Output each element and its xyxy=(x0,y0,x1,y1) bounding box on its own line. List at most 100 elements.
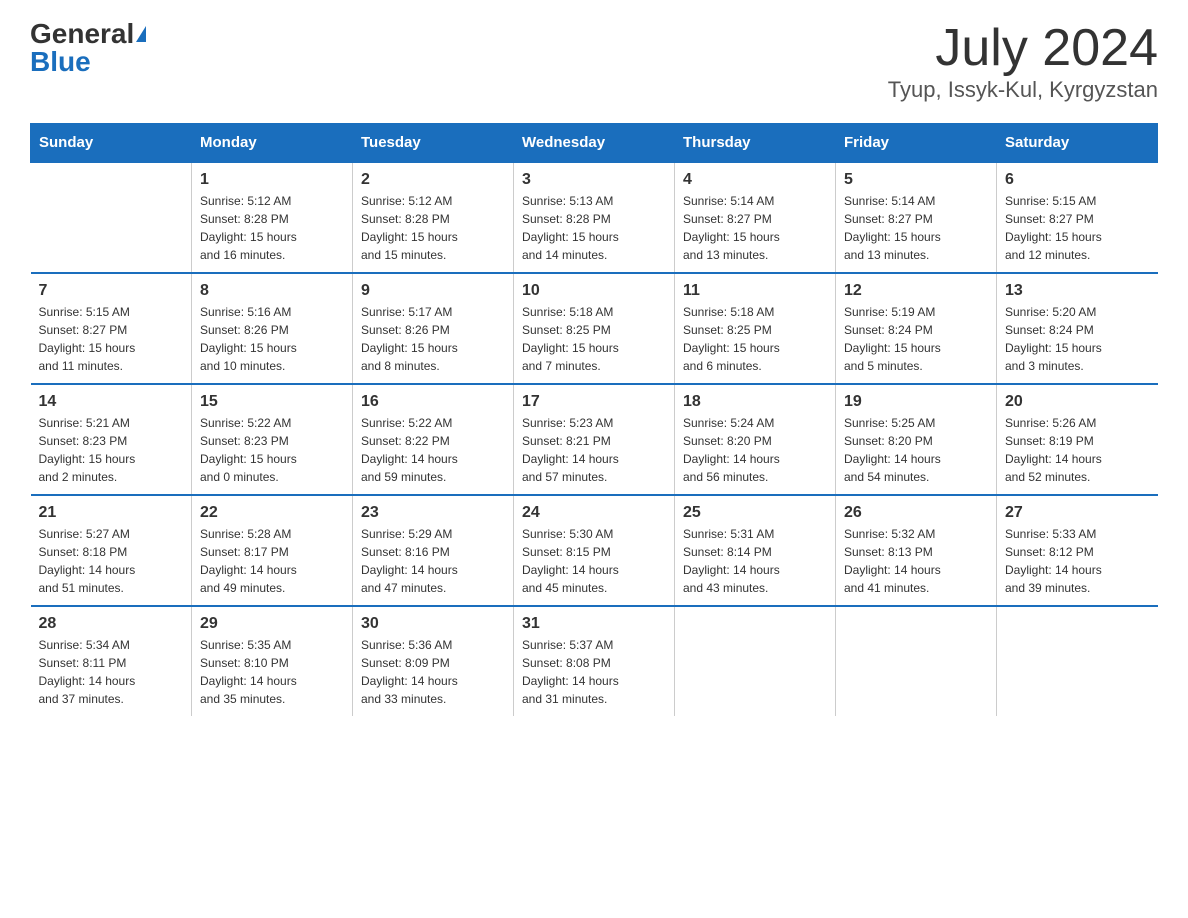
day-info: Sunrise: 5:14 AM Sunset: 8:27 PM Dayligh… xyxy=(844,192,988,264)
page-title: July 2024 xyxy=(888,20,1158,77)
logo-blue-text: Blue xyxy=(30,48,91,76)
day-number: 27 xyxy=(1005,504,1150,522)
day-number: 21 xyxy=(39,504,184,522)
calendar-week-3: 14 Sunrise: 5:21 AM Sunset: 8:23 PM Dayli… xyxy=(31,384,1158,495)
day-number: 26 xyxy=(844,504,988,522)
table-row: 26 Sunrise: 5:32 AM Sunset: 8:13 PM Dayli… xyxy=(836,495,997,606)
day-info: Sunrise: 5:12 AM Sunset: 8:28 PM Dayligh… xyxy=(361,192,505,264)
calendar-body: 1 Sunrise: 5:12 AM Sunset: 8:28 PM Daylig… xyxy=(31,162,1158,716)
day-number: 16 xyxy=(361,393,505,411)
table-row: 19Sunrise: 5:25 AM Sunset: 8:20 PM Dayli… xyxy=(836,384,997,495)
header-saturday: Saturday xyxy=(997,124,1158,163)
table-row: 10 Sunrise: 5:18 AM Sunset: 8:25 PM Dayli… xyxy=(514,273,675,384)
day-info: Sunrise: 5:35 AM Sunset: 8:10 PM Dayligh… xyxy=(200,636,344,708)
day-number: 24 xyxy=(522,504,666,522)
day-number: 13 xyxy=(1005,282,1150,300)
day-number: 12 xyxy=(844,282,988,300)
table-row: 13Sunrise: 5:20 AM Sunset: 8:24 PM Dayli… xyxy=(997,273,1158,384)
table-row: 2 Sunrise: 5:12 AM Sunset: 8:28 PM Daylig… xyxy=(353,162,514,273)
day-info: Sunrise: 5:21 AM Sunset: 8:23 PM Dayligh… xyxy=(39,414,184,486)
calendar-table: SundayMondayTuesdayWednesdayThursdayFrid… xyxy=(30,123,1158,716)
table-row: 11Sunrise: 5:18 AM Sunset: 8:25 PM Dayli… xyxy=(675,273,836,384)
title-section: July 2024 Tyup, Issyk-Kul, Kyrgyzstan xyxy=(888,20,1158,103)
day-info: Sunrise: 5:31 AM Sunset: 8:14 PM Dayligh… xyxy=(683,525,827,597)
day-number: 22 xyxy=(200,504,344,522)
calendar-week-1: 1 Sunrise: 5:12 AM Sunset: 8:28 PM Daylig… xyxy=(31,162,1158,273)
header-thursday: Thursday xyxy=(675,124,836,163)
day-info: Sunrise: 5:22 AM Sunset: 8:22 PM Dayligh… xyxy=(361,414,505,486)
table-row: 17 Sunrise: 5:23 AM Sunset: 8:21 PM Dayli… xyxy=(514,384,675,495)
logo: General Blue xyxy=(30,20,146,76)
header-sunday: Sunday xyxy=(31,124,192,163)
day-number: 2 xyxy=(361,171,505,189)
day-number: 31 xyxy=(522,615,666,633)
day-number: 6 xyxy=(1005,171,1150,189)
table-row: 1 Sunrise: 5:12 AM Sunset: 8:28 PM Daylig… xyxy=(192,162,353,273)
day-number: 9 xyxy=(361,282,505,300)
day-info: Sunrise: 5:22 AM Sunset: 8:23 PM Dayligh… xyxy=(200,414,344,486)
day-number: 1 xyxy=(200,171,344,189)
day-info: Sunrise: 5:15 AM Sunset: 8:27 PM Dayligh… xyxy=(1005,192,1150,264)
day-number: 10 xyxy=(522,282,666,300)
table-row: 20Sunrise: 5:26 AM Sunset: 8:19 PM Dayli… xyxy=(997,384,1158,495)
table-row: 30 Sunrise: 5:36 AM Sunset: 8:09 PM Dayli… xyxy=(353,606,514,716)
day-info: Sunrise: 5:36 AM Sunset: 8:09 PM Dayligh… xyxy=(361,636,505,708)
day-info: Sunrise: 5:33 AM Sunset: 8:12 PM Dayligh… xyxy=(1005,525,1150,597)
calendar-week-4: 21 Sunrise: 5:27 AM Sunset: 8:18 PM Dayli… xyxy=(31,495,1158,606)
table-row: 29Sunrise: 5:35 AM Sunset: 8:10 PM Dayli… xyxy=(192,606,353,716)
day-info: Sunrise: 5:27 AM Sunset: 8:18 PM Dayligh… xyxy=(39,525,184,597)
table-row: 18Sunrise: 5:24 AM Sunset: 8:20 PM Dayli… xyxy=(675,384,836,495)
table-row: 5 Sunrise: 5:14 AM Sunset: 8:27 PM Daylig… xyxy=(836,162,997,273)
table-row: 4 Sunrise: 5:14 AM Sunset: 8:27 PM Daylig… xyxy=(675,162,836,273)
day-number: 20 xyxy=(1005,393,1150,411)
header-tuesday: Tuesday xyxy=(353,124,514,163)
day-number: 8 xyxy=(200,282,344,300)
day-info: Sunrise: 5:24 AM Sunset: 8:20 PM Dayligh… xyxy=(683,414,827,486)
day-number: 28 xyxy=(39,615,184,633)
table-row xyxy=(675,606,836,716)
table-row xyxy=(836,606,997,716)
day-info: Sunrise: 5:16 AM Sunset: 8:26 PM Dayligh… xyxy=(200,303,344,375)
day-info: Sunrise: 5:29 AM Sunset: 8:16 PM Dayligh… xyxy=(361,525,505,597)
table-row: 6 Sunrise: 5:15 AM Sunset: 8:27 PM Daylig… xyxy=(997,162,1158,273)
table-row xyxy=(31,162,192,273)
day-info: Sunrise: 5:30 AM Sunset: 8:15 PM Dayligh… xyxy=(522,525,666,597)
day-info: Sunrise: 5:28 AM Sunset: 8:17 PM Dayligh… xyxy=(200,525,344,597)
table-row: 24 Sunrise: 5:30 AM Sunset: 8:15 PM Dayli… xyxy=(514,495,675,606)
day-info: Sunrise: 5:23 AM Sunset: 8:21 PM Dayligh… xyxy=(522,414,666,486)
day-number: 14 xyxy=(39,393,184,411)
table-row: 7Sunrise: 5:15 AM Sunset: 8:27 PM Daylig… xyxy=(31,273,192,384)
day-info: Sunrise: 5:14 AM Sunset: 8:27 PM Dayligh… xyxy=(683,192,827,264)
day-number: 5 xyxy=(844,171,988,189)
day-number: 4 xyxy=(683,171,827,189)
calendar-week-5: 28 Sunrise: 5:34 AM Sunset: 8:11 PM Dayli… xyxy=(31,606,1158,716)
day-info: Sunrise: 5:34 AM Sunset: 8:11 PM Dayligh… xyxy=(39,636,184,708)
day-info: Sunrise: 5:37 AM Sunset: 8:08 PM Dayligh… xyxy=(522,636,666,708)
calendar-week-2: 7Sunrise: 5:15 AM Sunset: 8:27 PM Daylig… xyxy=(31,273,1158,384)
table-row: 28 Sunrise: 5:34 AM Sunset: 8:11 PM Dayli… xyxy=(31,606,192,716)
day-number: 30 xyxy=(361,615,505,633)
logo-triangle-icon xyxy=(136,26,146,42)
table-row: 27 Sunrise: 5:33 AM Sunset: 8:12 PM Dayli… xyxy=(997,495,1158,606)
table-row: 16 Sunrise: 5:22 AM Sunset: 8:22 PM Dayli… xyxy=(353,384,514,495)
day-info: Sunrise: 5:18 AM Sunset: 8:25 PM Dayligh… xyxy=(522,303,666,375)
day-number: 19 xyxy=(844,393,988,411)
table-row: 15Sunrise: 5:22 AM Sunset: 8:23 PM Dayli… xyxy=(192,384,353,495)
day-number: 25 xyxy=(683,504,827,522)
day-info: Sunrise: 5:12 AM Sunset: 8:28 PM Dayligh… xyxy=(200,192,344,264)
table-row: 31 Sunrise: 5:37 AM Sunset: 8:08 PM Dayli… xyxy=(514,606,675,716)
day-number: 11 xyxy=(683,282,827,300)
day-info: Sunrise: 5:13 AM Sunset: 8:28 PM Dayligh… xyxy=(522,192,666,264)
page-subtitle: Tyup, Issyk-Kul, Kyrgyzstan xyxy=(888,77,1158,103)
table-row: 9Sunrise: 5:17 AM Sunset: 8:26 PM Daylig… xyxy=(353,273,514,384)
day-number: 17 xyxy=(522,393,666,411)
header-friday: Friday xyxy=(836,124,997,163)
day-info: Sunrise: 5:19 AM Sunset: 8:24 PM Dayligh… xyxy=(844,303,988,375)
header-wednesday: Wednesday xyxy=(514,124,675,163)
table-row: 12 Sunrise: 5:19 AM Sunset: 8:24 PM Dayli… xyxy=(836,273,997,384)
day-info: Sunrise: 5:32 AM Sunset: 8:13 PM Dayligh… xyxy=(844,525,988,597)
table-row: 21 Sunrise: 5:27 AM Sunset: 8:18 PM Dayli… xyxy=(31,495,192,606)
table-row xyxy=(997,606,1158,716)
table-row: 8 Sunrise: 5:16 AM Sunset: 8:26 PM Daylig… xyxy=(192,273,353,384)
table-row: 22 Sunrise: 5:28 AM Sunset: 8:17 PM Dayli… xyxy=(192,495,353,606)
